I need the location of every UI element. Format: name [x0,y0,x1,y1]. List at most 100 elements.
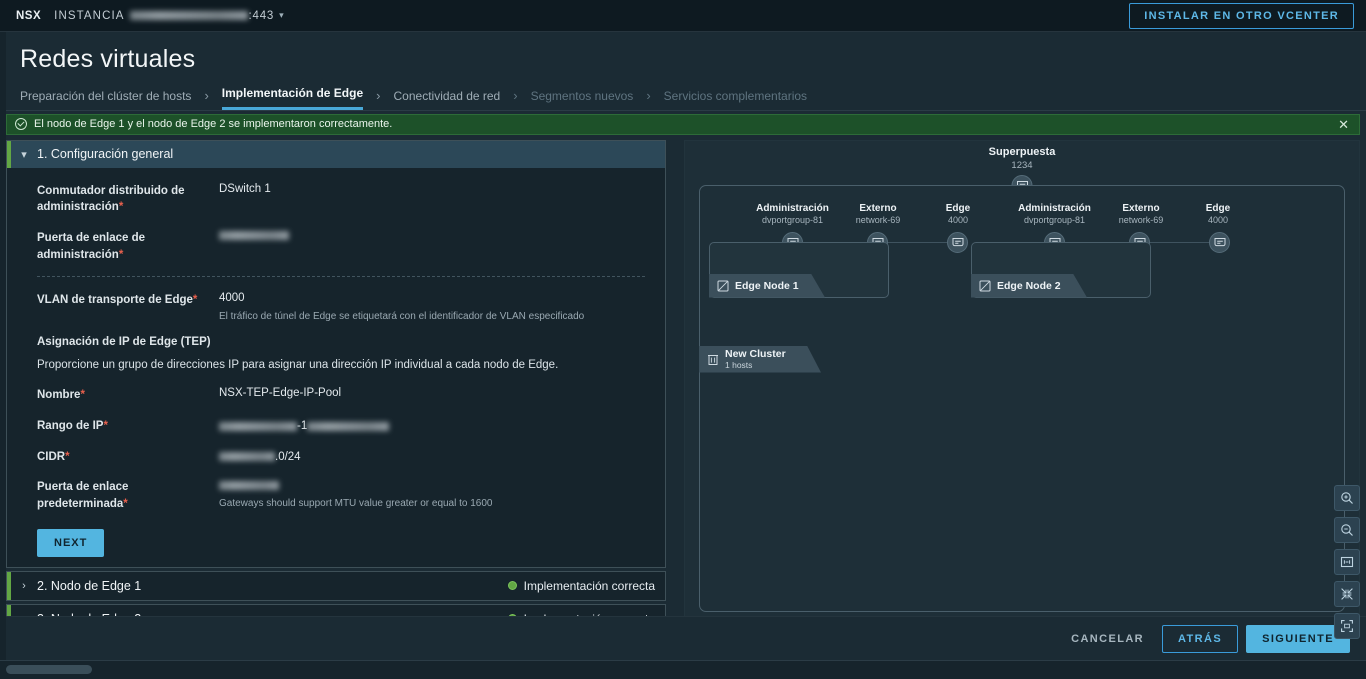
port-name: Edge [1205,202,1231,214]
port-label-edge-2: Edge 4000 [1185,203,1251,225]
accordion-header-general-config[interactable]: ▾ 1. Configuración general [7,140,665,168]
redacted-value [219,452,275,462]
alert-message: El nodo de Edge 1 y el nodo de Edge 2 se… [34,118,393,130]
port-value: dvportgroup-81 [1023,214,1086,225]
redacted-value [307,421,390,431]
section-description-tep: Proporcione un grupo de direcciones IP p… [37,359,559,372]
field-label-dswitch: Conmutador distribuido de administración… [37,182,219,216]
field-row-dswitch: Conmutador distribuido de administración… [7,182,665,216]
install-other-vcenter-button[interactable]: INSTALAR EN OTRO VCENTER [1129,2,1354,29]
horizontal-scrollbar[interactable] [0,660,1366,679]
field-label-management-gateway: Puerta de enlace de administración* [37,229,219,263]
accordion-header-edge-node-1[interactable]: › 2. Nodo de Edge 1 Implementación corre… [7,571,665,600]
nic-icon [947,231,968,253]
field-label-cidr: CIDR* [37,448,219,466]
field-value-cidr: .0/24 [219,448,301,466]
field-label-text: Puerta de enlace de administración [37,231,146,261]
wizard-step-host-cluster-prep[interactable]: Preparación del clúster de hosts [20,89,191,110]
field-label-default-gateway: Puerta de enlace predeterminada* [37,478,219,512]
port-label-admin-1: Administración dvportgroup-81 [740,203,845,225]
chevron-right-icon[interactable]: › [11,580,37,592]
section-label-tep: Asignación de IP de Edge (TEP) [37,336,211,349]
edge-node-name: Edge Node 2 [997,279,1061,292]
wizard-breadcrumb: Preparación del clúster de hosts › Imple… [0,73,1366,111]
field-value-dswitch: DSwitch 1 [219,182,271,195]
required-marker: * [103,419,108,432]
field-label-edge-transport-vlan: VLAN de transporte de Edge* [37,291,219,323]
topology-canvas[interactable]: Superpuesta 1234 Administración dvportgr… [685,141,1359,639]
field-row-ip-range: Rango de IP* -1 [7,417,665,435]
edge-node-2-tag: Edge Node 2 [971,274,1087,298]
configuration-panel: ▾ 1. Configuración general Conmutador di… [6,139,666,640]
field-value-default-gateway [219,478,493,491]
actual-size-icon[interactable] [1334,549,1360,575]
fullscreen-icon[interactable] [1334,613,1360,639]
fit-to-screen-glyph [1341,588,1353,600]
field-value-ip-range: -1 [219,417,390,435]
topology-diagram-panel[interactable]: Superpuesta 1234 Administración dvportgr… [684,139,1360,640]
wizard-separator: › [646,87,651,103]
accordion-title: 1. Configuración general [37,147,174,161]
field-label-pool-name: Nombre* [37,386,219,404]
required-marker: * [123,497,128,510]
status-badge: Implementación correcta [507,578,655,593]
zoom-in-icon[interactable] [1334,485,1360,511]
instance-host-redacted [129,11,248,20]
port-value: dvportgroup-81 [761,214,824,225]
zoom-in-glyph [1341,492,1353,504]
wizard-step-edge-deployment[interactable]: Implementación de Edge [221,86,364,110]
nic-glyph [952,237,963,246]
wizard-step-complementary-services: Servicios complementarios [663,88,808,103]
fit-to-screen-icon[interactable] [1334,581,1360,607]
cluster-text-group: New Cluster 1 hosts [725,348,786,370]
required-marker: * [118,248,124,261]
zoom-out-icon[interactable] [1334,517,1360,543]
edge-node-glyph [979,280,991,292]
chevron-down-icon[interactable]: ▾ [11,148,37,161]
port-name: Externo [859,202,897,214]
field-row-default-gateway: Puerta de enlace predeterminada* Gateway… [7,478,665,512]
next-button[interactable]: NEXT [37,528,105,557]
edge-node-icon [979,280,991,292]
zoom-out-glyph [1341,524,1353,536]
main-content: ▾ 1. Configuración general Conmutador di… [0,135,1366,640]
back-button[interactable]: ATRÁS [1162,624,1239,653]
port-name: Edge [945,202,971,214]
check-circle-icon [15,118,27,130]
edge-node-name: Edge Node 1 [735,279,799,292]
port-value: 4000 [1207,214,1229,225]
field-label-text: Puerta de enlace predeterminada [37,481,129,510]
required-marker: * [80,389,85,402]
field-label-text: VLAN de transporte de Edge [37,294,193,307]
field-row-management-gateway: Puerta de enlace de administración* [7,229,665,263]
port-label-external-1: Externo network-69 [832,203,924,225]
edge-node-glyph [717,280,729,292]
field-value-pool-name: NSX-TEP-Edge-IP-Pool [219,387,342,400]
cluster-hosts: 1 hosts [725,360,753,370]
page-header: Redes virtuales [0,32,1366,74]
wizard-separator: › [376,87,381,103]
edge-node-icon [717,280,729,292]
field-value-group-vlan: 4000 El tráfico de túnel de Edge se etiq… [219,291,584,323]
nsx-logo: NSX [16,9,42,22]
section-divider [37,276,645,278]
wizard-step-network-connectivity[interactable]: Conectividad de red [394,89,501,110]
accordion-body-general-config: Conmutador distribuido de administración… [7,168,665,567]
cancel-button[interactable]: CANCELAR [1059,625,1156,653]
field-row-cidr: CIDR* .0/24 [7,448,665,466]
actual-size-glyph [1340,556,1354,568]
chevron-down-icon[interactable]: ▾ [279,10,284,21]
overlay-value: 1234 [1011,159,1033,171]
top-bar: NSX INSTANCIA :443 ▾ INSTALAR EN OTRO VC… [0,0,1366,32]
page-title: Redes virtuales [20,45,196,73]
required-marker: * [192,294,198,307]
close-icon[interactable]: ✕ [1336,118,1351,131]
field-row-edge-transport-vlan: VLAN de transporte de Edge* 4000 El tráf… [7,291,665,323]
diagram-zoom-toolbar [1334,485,1360,639]
status-text: Implementación correcta [523,578,655,593]
scrollbar-thumb[interactable] [6,665,92,674]
port-value: 4000 [947,214,969,225]
field-label-text: Rango de IP [37,419,104,432]
status-dot-icon [507,581,517,591]
ip-range-visible-part: -1 [297,420,308,433]
